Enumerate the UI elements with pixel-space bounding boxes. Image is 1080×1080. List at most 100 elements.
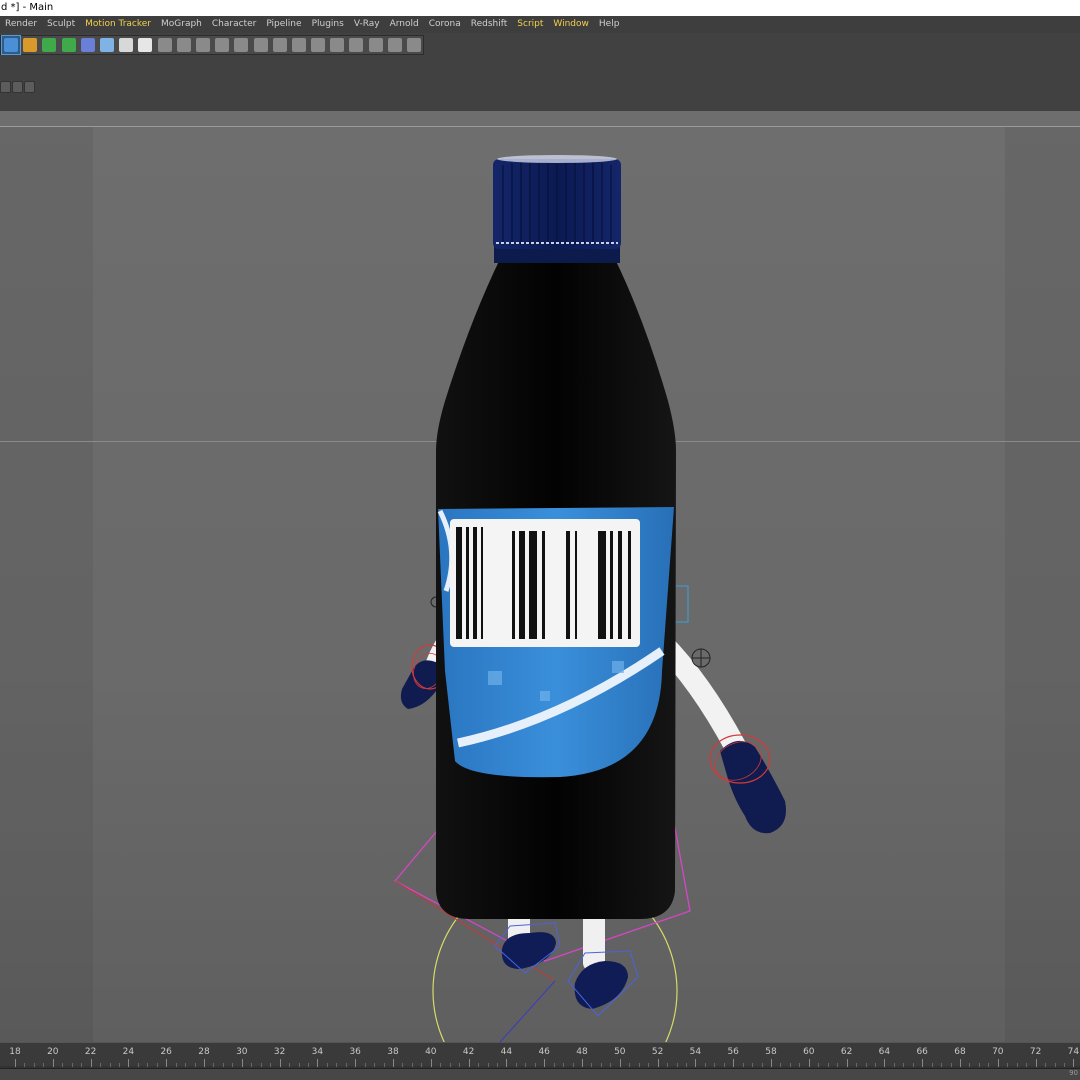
sub-tool-button[interactable] bbox=[12, 81, 23, 93]
tool-button-inset[interactable] bbox=[290, 36, 308, 54]
timeline-minor-tick bbox=[364, 1063, 366, 1067]
timeline-tick-label: 42 bbox=[462, 1047, 475, 1057]
sub-tool-button[interactable] bbox=[0, 81, 11, 93]
barcode-lines bbox=[456, 527, 631, 639]
timeline-minor-tick bbox=[912, 1063, 914, 1067]
tool-button-cube[interactable] bbox=[0, 35, 22, 55]
menu-window[interactable]: Window bbox=[548, 16, 594, 33]
menu-bar: Render Sculpt Motion Tracker MoGraph Charact… bbox=[0, 16, 1080, 33]
timeline-minor-tick bbox=[742, 1063, 744, 1067]
timeline-tick-mark bbox=[15, 1059, 16, 1067]
timeline-minor-tick bbox=[704, 1063, 706, 1067]
tool-button-magnet[interactable] bbox=[328, 36, 346, 54]
timeline-minor-tick bbox=[591, 1063, 593, 1067]
timeline-tick-mark bbox=[884, 1059, 886, 1067]
tool-button-weld[interactable] bbox=[251, 36, 269, 54]
timeline-tick-mark bbox=[90, 1059, 92, 1067]
menu-plugins[interactable]: Plugins bbox=[307, 16, 349, 33]
tool-button-extrude[interactable] bbox=[194, 36, 212, 54]
timeline-tick-label: 18 bbox=[9, 1047, 21, 1057]
timeline-minor-tick bbox=[383, 1063, 385, 1067]
menu-corona[interactable]: Corona bbox=[424, 16, 466, 33]
tool-button-array[interactable] bbox=[60, 36, 78, 54]
tool-button-light[interactable] bbox=[136, 36, 154, 54]
timeline-tick-label: 50 bbox=[614, 1047, 626, 1057]
tool-button-pattern-a[interactable] bbox=[386, 36, 404, 54]
menu-motion-tracker[interactable]: Motion Tracker bbox=[80, 16, 156, 33]
pattern-b-icon bbox=[407, 38, 422, 52]
timeline-tick-mark bbox=[657, 1059, 659, 1067]
timeline-minor-tick bbox=[950, 1063, 952, 1067]
tool-button-deformer[interactable] bbox=[79, 36, 97, 54]
timeline-tick-label: 20 bbox=[47, 1047, 59, 1057]
timeline-minor-tick bbox=[118, 1063, 120, 1067]
timeline-tick-mark bbox=[960, 1059, 961, 1067]
timeline-minor-tick bbox=[307, 1063, 309, 1067]
timeline[interactable]: 18 20 22 24 26 28 30 32 34 36 38 40 42 44 46 48 50 52 54 56… bbox=[0, 1042, 1080, 1080]
tool-button-knife[interactable] bbox=[213, 36, 231, 54]
timeline-minor-tick bbox=[515, 1063, 517, 1067]
timeline-minor-tick bbox=[1045, 1063, 1047, 1067]
cap-top-edge bbox=[497, 155, 617, 163]
timeline-minor-tick bbox=[449, 1063, 451, 1067]
menu-script[interactable]: Script bbox=[512, 16, 548, 33]
window-title: d *] - Main bbox=[0, 0, 1080, 16]
timeline-minor-tick bbox=[667, 1063, 669, 1067]
timeline-minor-tick bbox=[24, 1063, 26, 1067]
menu-pipeline[interactable]: Pipeline bbox=[261, 16, 306, 33]
timeline-minor-tick bbox=[43, 1063, 45, 1067]
tool-button-grid-tool[interactable] bbox=[156, 36, 174, 54]
timeline-tick-mark bbox=[1073, 1059, 1075, 1067]
menu-sculpt[interactable]: Sculpt bbox=[42, 16, 80, 33]
character-scene[interactable] bbox=[0, 111, 1080, 1042]
timeline-minor-tick bbox=[761, 1063, 763, 1067]
3d-viewport[interactable] bbox=[0, 111, 1080, 1042]
timeline-minor-tick bbox=[648, 1063, 650, 1067]
timeline-tick-label: 70 bbox=[992, 1047, 1004, 1057]
menu-character[interactable]: Character bbox=[207, 16, 261, 33]
tool-button-brush[interactable] bbox=[347, 36, 365, 54]
tool-button-bevel[interactable] bbox=[271, 36, 289, 54]
timeline-tick-label: 74 bbox=[1067, 1047, 1080, 1057]
timeline-tick-mark bbox=[317, 1059, 319, 1067]
timeline-minor-tick bbox=[903, 1063, 905, 1067]
bridge-icon bbox=[176, 38, 191, 52]
timeline-tick-mark bbox=[279, 1059, 281, 1067]
sub-toolbar bbox=[0, 81, 35, 94]
cube-icon bbox=[4, 38, 19, 52]
timeline-minor-tick bbox=[421, 1063, 423, 1067]
tool-button-slide[interactable] bbox=[232, 36, 250, 54]
menu-v-ray[interactable]: V-Ray bbox=[349, 16, 385, 33]
tool-button-floor[interactable] bbox=[98, 36, 116, 54]
grid-tool-icon bbox=[157, 38, 172, 52]
timeline-minor-tick bbox=[837, 1063, 839, 1067]
menu-help[interactable]: Help bbox=[594, 16, 625, 33]
timeline-minor-tick bbox=[402, 1063, 404, 1067]
right-glove bbox=[720, 740, 786, 834]
timeline-scrub-bar[interactable] bbox=[0, 1068, 1080, 1080]
timeline-minor-tick bbox=[676, 1063, 678, 1067]
tool-button-subdivision[interactable] bbox=[40, 36, 58, 54]
timeline-minor-tick bbox=[799, 1063, 801, 1067]
timeline-minor-tick bbox=[685, 1063, 687, 1067]
subdivision-icon bbox=[42, 38, 57, 52]
timeline-tick-mark bbox=[695, 1059, 697, 1067]
menu-mograph[interactable]: MoGraph bbox=[156, 16, 207, 33]
timeline-tick-mark bbox=[52, 1059, 54, 1067]
menu-arnold[interactable]: Arnold bbox=[385, 16, 424, 33]
timeline-tick-mark bbox=[128, 1059, 130, 1067]
tool-button-pattern-b[interactable] bbox=[405, 36, 423, 54]
timeline-tick-mark bbox=[166, 1059, 168, 1067]
tool-button-pen[interactable] bbox=[21, 36, 39, 54]
timeline-ruler[interactable]: 18 20 22 24 26 28 30 32 34 36 38 40 42 44 46 48 50 52 54 56… bbox=[0, 1042, 1080, 1067]
slide-icon bbox=[234, 38, 249, 52]
timeline-minor-tick bbox=[931, 1063, 933, 1067]
menu-render[interactable]: Render bbox=[0, 16, 42, 33]
menu-redshift[interactable]: Redshift bbox=[466, 16, 513, 33]
tool-button-camera[interactable] bbox=[117, 36, 135, 54]
sub-tool-button[interactable] bbox=[24, 81, 35, 93]
tool-button-stitch[interactable] bbox=[367, 36, 385, 54]
tool-button-mirror[interactable] bbox=[309, 36, 327, 54]
timeline-tick-mark bbox=[771, 1059, 772, 1067]
tool-button-bridge[interactable] bbox=[175, 36, 193, 54]
